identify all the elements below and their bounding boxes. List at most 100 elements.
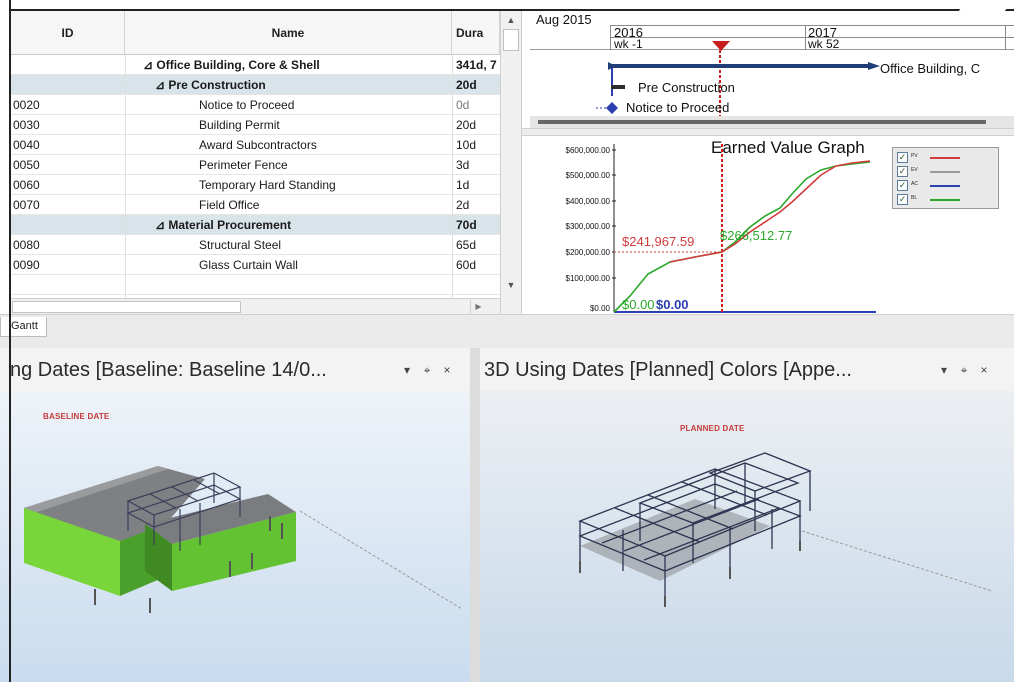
building-model-planned xyxy=(578,452,993,607)
document-tab-strip: Gantt xyxy=(0,314,1014,348)
horizontal-scrollbar[interactable]: ▶ xyxy=(11,298,500,314)
cell-id xyxy=(11,215,125,235)
table-row[interactable]: 0090 Glass Curtain Wall 60d xyxy=(11,255,500,275)
cell-name: ⊿ Office Building, Core & Shell xyxy=(143,58,320,72)
timescale-header: Aug 2015 2016 2017 wk -1 wk 52 xyxy=(530,11,1014,51)
window-border xyxy=(9,0,11,682)
header-divider xyxy=(610,25,611,50)
close-icon[interactable]: × xyxy=(974,348,994,392)
pane-splitter[interactable] xyxy=(522,128,1014,136)
table-row[interactable]: 0060 Temporary Hard Standing 1d xyxy=(11,175,500,195)
column-header-id[interactable]: ID xyxy=(11,11,125,55)
cell-duration: 70d xyxy=(456,218,477,232)
cell-duration: 65d xyxy=(456,238,477,252)
3d-viewport-baseline[interactable]: BASELINE DATE xyxy=(0,391,470,682)
bar-label-project: Office Building, C xyxy=(880,61,981,76)
pin-icon[interactable]: ⌖ xyxy=(954,348,974,392)
application-window: ID Name Dura ⊿ Office Building, Core & S… xyxy=(0,0,1014,682)
table-row[interactable]: 0020 Notice to Proceed 0d xyxy=(11,95,500,115)
legend-item-ac[interactable]: ✓ AC xyxy=(897,180,995,193)
scroll-right-icon[interactable]: ▶ xyxy=(470,300,486,314)
scrollbar-thumb[interactable] xyxy=(503,29,519,51)
cell-name: Notice to Proceed xyxy=(199,98,295,112)
cell-id: 0040 xyxy=(13,138,40,152)
cell-duration: 341d, 7 xyxy=(456,58,497,72)
3d-viewport-planned[interactable]: PLANNED DATE xyxy=(480,391,1014,682)
gantt-chart: Aug 2015 2016 2017 wk -1 wk 52 Office Bu… xyxy=(530,11,1014,130)
table-row[interactable]: 0080 Structural Steel 65d xyxy=(11,235,500,255)
cell-duration: 60d xyxy=(456,258,477,272)
baseline-3d-panel: ng Dates [Baseline: Baseline 14/0... ▾ ⌖ ×… xyxy=(0,348,470,682)
cell-duration: 2d xyxy=(456,198,470,212)
table-row[interactable]: 0050 Perimeter Fence 3d xyxy=(11,155,500,175)
legend-item-bl[interactable]: ✓ BL xyxy=(897,194,995,207)
legend-item-ev[interactable]: ✓ EV xyxy=(897,166,995,179)
legend-swatch xyxy=(930,185,960,187)
table-row[interactable]: ⊿ Office Building, Core & Shell 341d, 7 xyxy=(11,55,500,75)
gantt-bars xyxy=(596,50,880,116)
scrollbar-thumb[interactable] xyxy=(12,301,241,313)
graph-legend: ✓ PV ✓ EV ✓ AC ✓ BL xyxy=(892,147,999,209)
legend-label: AC xyxy=(911,181,918,187)
table-row[interactable]: ⊿ Material Procurement 70d xyxy=(11,215,500,235)
cell-duration: 1d xyxy=(456,178,470,192)
tab-gantt[interactable]: Gantt xyxy=(0,317,47,337)
bar-label-pre-construction: Pre Construction xyxy=(638,80,735,95)
building-model-baseline xyxy=(24,466,463,613)
column-header-duration[interactable]: Dura xyxy=(452,11,500,55)
cell-name: Structural Steel xyxy=(199,238,282,252)
legend-item-pv[interactable]: ✓ PV xyxy=(897,152,995,165)
header-divider xyxy=(1005,25,1006,50)
cell-name: Perimeter Fence xyxy=(199,158,288,172)
grid-header: ID Name Dura xyxy=(11,11,500,55)
column-divider xyxy=(452,55,453,314)
dropdown-icon[interactable]: ▾ xyxy=(934,348,954,392)
bar-label-notice: Notice to Proceed xyxy=(626,100,730,115)
cell-name: Award Subcontractors xyxy=(199,138,317,152)
cell-id xyxy=(11,75,125,95)
table-row[interactable]: 0070 Field Office 2d xyxy=(11,195,500,215)
cell-id: 0020 xyxy=(13,98,40,112)
scroll-down-icon[interactable]: ▼ xyxy=(502,277,520,293)
cell-duration: 20d xyxy=(456,118,477,132)
scroll-up-icon[interactable]: ▲ xyxy=(502,12,520,28)
table-row[interactable]: ⊿ Pre Construction 20d xyxy=(11,75,500,95)
earned-value-graph: Earned Value Graph $600,000.00 $500,000.… xyxy=(530,136,1014,314)
vertical-scrollbar[interactable]: ▲ ▼ xyxy=(500,11,522,314)
legend-swatch xyxy=(930,199,960,201)
cell-name: Field Office xyxy=(199,198,260,212)
legend-label: BL xyxy=(911,195,918,201)
table-row[interactable]: 0040 Award Subcontractors 10d xyxy=(11,135,500,155)
annotation-pv-value: $241,967.59 xyxy=(622,234,695,249)
table-row[interactable]: 0030 Building Permit 20d xyxy=(11,115,500,135)
pin-icon[interactable]: ⌖ xyxy=(417,348,437,392)
annotation-bl-value: $266,512.77 xyxy=(720,228,793,243)
cell-duration: 20d xyxy=(456,78,477,92)
cell-name: ⊿ Pre Construction xyxy=(155,78,266,92)
dropdown-icon[interactable]: ▾ xyxy=(397,348,417,392)
planned-3d-panel: 3D Using Dates [Planned] Colors [Appe...… xyxy=(480,348,1014,682)
panel-controls: ▾ ⌖ × xyxy=(934,348,994,392)
cell-id: 0070 xyxy=(13,198,40,212)
checkbox-checked-icon[interactable]: ✓ xyxy=(897,194,908,205)
column-header-name[interactable]: Name xyxy=(125,11,452,55)
annotation-ac-zero: $0.00 xyxy=(656,297,689,312)
panel-splitter[interactable] xyxy=(470,348,480,682)
annotation-ev-zero: $0.00 xyxy=(622,297,655,312)
scrollbar-thumb[interactable] xyxy=(538,120,986,124)
table-row[interactable] xyxy=(11,275,500,295)
legend-label: EV xyxy=(911,167,918,173)
timescale-top-label: Aug 2015 xyxy=(536,12,592,27)
cell-name: ⊿ Material Procurement xyxy=(155,218,292,232)
checkbox-checked-icon[interactable]: ✓ xyxy=(897,180,908,191)
close-icon[interactable]: × xyxy=(437,348,457,392)
cell-name: Glass Curtain Wall xyxy=(199,258,298,272)
legend-swatch xyxy=(930,171,960,173)
cell-name: Building Permit xyxy=(199,118,280,132)
checkbox-checked-icon[interactable]: ✓ xyxy=(897,166,908,177)
panel-controls: ▾ ⌖ × xyxy=(397,348,457,392)
checkbox-checked-icon[interactable]: ✓ xyxy=(897,152,908,163)
cell-duration: 10d xyxy=(456,138,477,152)
cell-id: 0090 xyxy=(13,258,40,272)
legend-label: PV xyxy=(911,153,918,159)
